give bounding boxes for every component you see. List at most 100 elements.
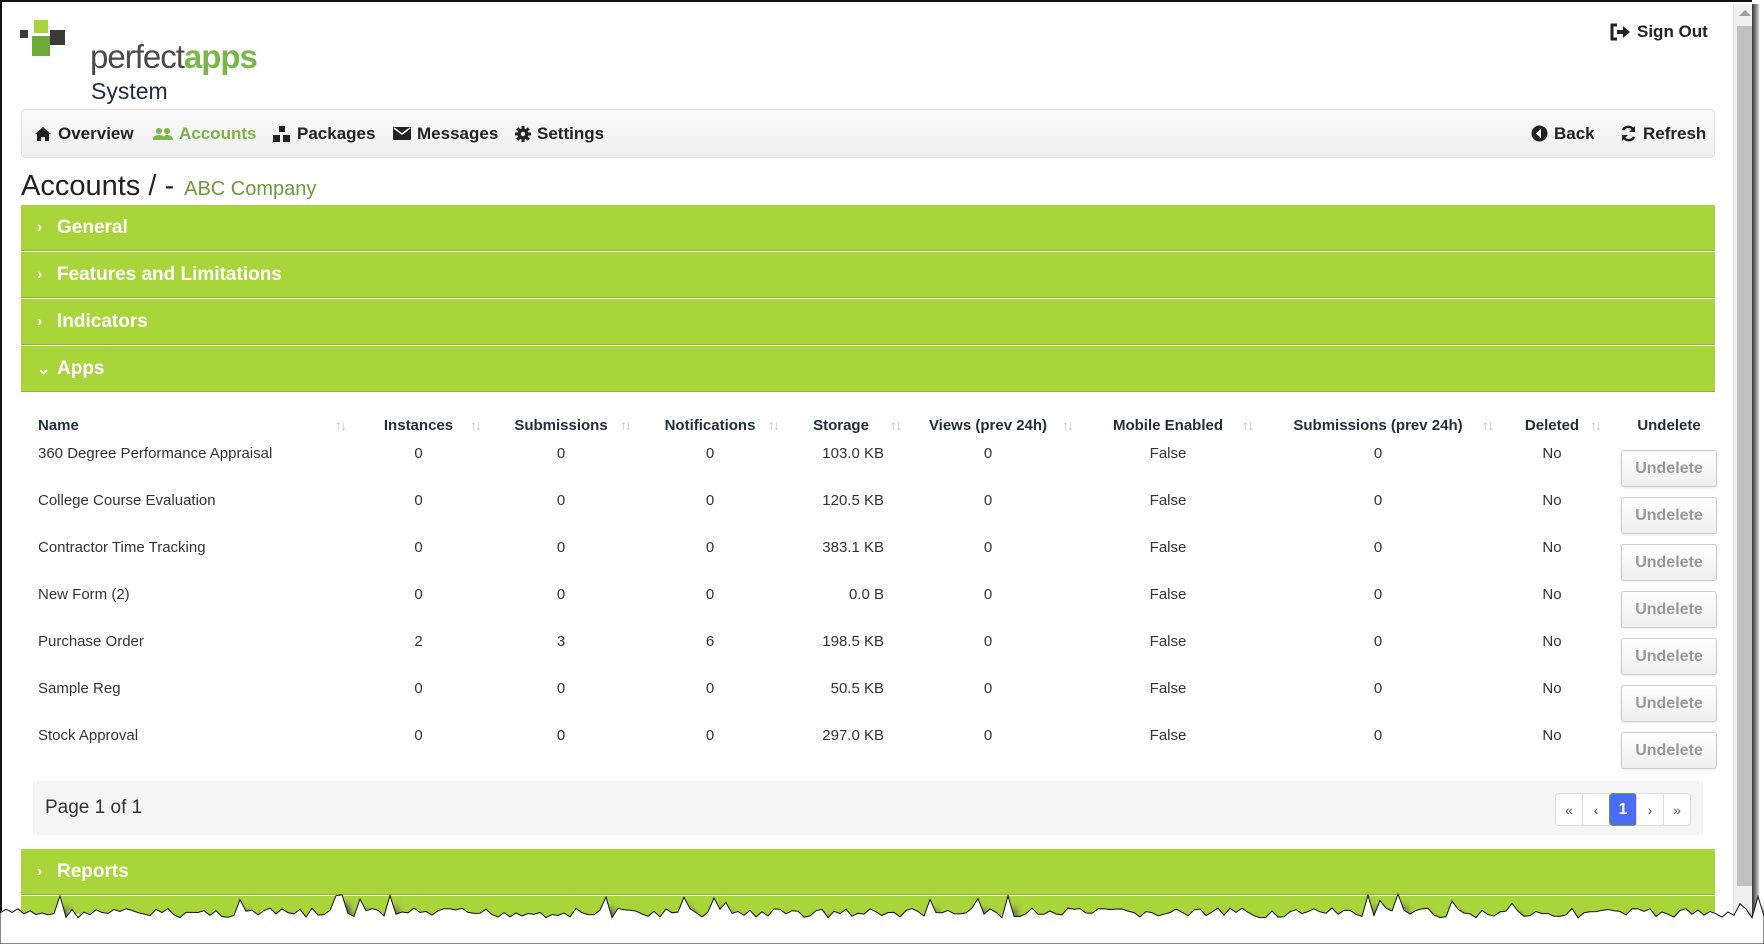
cell-storage: 120.5 KB bbox=[822, 492, 884, 509]
cell-deleted: No bbox=[1542, 492, 1562, 509]
col-deleted-label: Deleted bbox=[1524, 416, 1580, 434]
cell-name: Sample Reg bbox=[38, 680, 121, 697]
col-submissions-24h-label: Submissions (prev 24h) bbox=[1293, 416, 1463, 434]
home-icon bbox=[35, 126, 51, 141]
sort-icon[interactable]: ↑↓ bbox=[470, 417, 482, 433]
first-page-button[interactable]: « bbox=[1555, 793, 1583, 826]
sort-icon[interactable]: ↑↓ bbox=[1590, 417, 1602, 433]
sort-icon[interactable]: ↑↓ bbox=[1482, 417, 1494, 433]
col-mobile[interactable]: Mobile Enabled ↑↓ bbox=[1078, 408, 1258, 442]
undelete-button[interactable]: Undelete bbox=[1621, 732, 1717, 769]
page-1-button[interactable]: 1 bbox=[1609, 793, 1637, 826]
cell-notifications: 0 bbox=[705, 445, 715, 462]
back-label: Back bbox=[1554, 123, 1595, 143]
refresh-label: Refresh bbox=[1643, 123, 1707, 143]
cell-deleted: No bbox=[1542, 727, 1562, 744]
col-views[interactable]: Views (prev 24h) ↑↓ bbox=[898, 408, 1078, 442]
sort-icon[interactable]: ↑↓ bbox=[1242, 417, 1254, 433]
undelete-button[interactable]: Undelete bbox=[1621, 638, 1717, 675]
sign-out-button[interactable]: Sign Out bbox=[1609, 22, 1708, 42]
cell-instances: 0 bbox=[414, 445, 423, 462]
nav-messages[interactable]: Messages bbox=[393, 110, 498, 157]
cell-mobile: False bbox=[1149, 680, 1187, 697]
next-page-button[interactable]: › bbox=[1636, 793, 1664, 826]
cell-deleted: No bbox=[1542, 539, 1562, 556]
table-row: College Course Evaluation 0 0 0 120.5 KB 0 Fal… bbox=[21, 489, 1732, 536]
cell-views: 0 bbox=[983, 586, 993, 603]
col-instances[interactable]: Instances ↑↓ bbox=[351, 408, 486, 442]
cell-submissions: 0 bbox=[556, 680, 566, 697]
cell-undelete: Undelete bbox=[1606, 489, 1732, 536]
cell-mobile: False bbox=[1149, 492, 1187, 509]
cell-undelete: Undelete bbox=[1606, 677, 1732, 724]
nav-messages-label: Messages bbox=[417, 123, 499, 143]
col-notifications[interactable]: Notifications ↑↓ bbox=[636, 408, 784, 442]
cell-instances: 0 bbox=[414, 492, 423, 509]
undelete-button[interactable]: Undelete bbox=[1621, 450, 1717, 487]
cell-subs24: 0 bbox=[1373, 680, 1383, 697]
nav-overview[interactable]: Overview bbox=[34, 110, 134, 157]
cell-submissions: 3 bbox=[556, 633, 566, 650]
panel-reports[interactable]: › Reports bbox=[21, 849, 1715, 895]
perfectapps-logo: perfectapps System Admin bbox=[20, 20, 258, 131]
sort-icon[interactable]: ↑↓ bbox=[335, 417, 347, 433]
sort-icon[interactable]: ↑↓ bbox=[768, 417, 780, 433]
cubes-icon bbox=[273, 125, 290, 142]
panel-indicators[interactable]: › Indicators bbox=[21, 299, 1715, 345]
sort-icon[interactable]: ↑↓ bbox=[620, 417, 632, 433]
chevron-right-icon: › bbox=[37, 218, 43, 236]
col-name[interactable]: Name ↑↓ bbox=[21, 408, 351, 442]
undelete-button[interactable]: Undelete bbox=[1621, 544, 1717, 581]
company-link[interactable]: ABC Company bbox=[184, 178, 316, 200]
cell-notifications: 0 bbox=[705, 680, 715, 697]
cell-instances: 0 bbox=[414, 539, 423, 556]
cell-subs24: 0 bbox=[1373, 727, 1383, 744]
nav-settings[interactable]: Settings bbox=[515, 110, 604, 157]
undelete-button[interactable]: Undelete bbox=[1621, 497, 1717, 534]
undelete-button[interactable]: Undelete bbox=[1621, 685, 1717, 722]
window-shadow bbox=[1752, 4, 1760, 934]
page-title: Accounts / - ABC Company bbox=[21, 170, 316, 203]
undelete-button[interactable]: Undelete bbox=[1621, 591, 1717, 628]
torn-edge-decoration bbox=[0, 892, 1764, 944]
chevron-right-icon: › bbox=[37, 312, 43, 330]
refresh-button[interactable]: Refresh bbox=[1620, 110, 1706, 157]
scrollbar-thumb[interactable] bbox=[1737, 26, 1752, 886]
cell-notifications: 0 bbox=[705, 586, 715, 603]
col-mobile-label: Mobile Enabled bbox=[1112, 416, 1223, 434]
prev-page-button[interactable]: ‹ bbox=[1582, 793, 1610, 826]
col-submissions[interactable]: Submissions ↑↓ bbox=[486, 408, 636, 442]
scroll-up-arrow-icon[interactable] bbox=[1739, 10, 1751, 16]
panel-apps[interactable]: ⌄ Apps bbox=[21, 346, 1715, 392]
sort-icon[interactable]: ↑↓ bbox=[1062, 417, 1074, 433]
cell-storage: 0.0 B bbox=[848, 586, 884, 603]
cell-undelete: Undelete bbox=[1606, 724, 1732, 771]
gear-icon bbox=[515, 125, 531, 142]
nav-packages[interactable]: Packages bbox=[273, 110, 375, 157]
chevron-down-icon: ⌄ bbox=[37, 360, 51, 378]
cell-storage: 198.5 KB bbox=[822, 633, 884, 650]
nav-accounts[interactable]: Accounts bbox=[153, 110, 256, 157]
vertical-scrollbar[interactable] bbox=[1733, 4, 1752, 924]
col-submissions-24h[interactable]: Submissions (prev 24h) ↑↓ bbox=[1258, 408, 1498, 442]
table-row: Sample Reg 0 0 0 50.5 KB 0 False 0 No Undelete bbox=[21, 677, 1732, 724]
panel-features[interactable]: › Features and Limitations bbox=[21, 252, 1715, 298]
cell-mobile: False bbox=[1149, 727, 1187, 744]
cell-views: 0 bbox=[983, 492, 993, 509]
col-undelete-label: Undelete bbox=[1637, 416, 1701, 434]
panel-general[interactable]: › General bbox=[21, 205, 1715, 251]
panel-reports-label: Reports bbox=[57, 860, 129, 882]
col-storage[interactable]: Storage ↑↓ bbox=[784, 408, 902, 442]
col-deleted[interactable]: Deleted ↑↓ bbox=[1498, 408, 1606, 442]
last-page-button[interactable]: » bbox=[1663, 793, 1691, 826]
panel-apps-label: Apps bbox=[57, 357, 105, 379]
cell-notifications: 0 bbox=[705, 492, 715, 509]
cell-name: College Course Evaluation bbox=[38, 492, 216, 509]
cell-instances: 0 bbox=[414, 680, 423, 697]
cell-mobile: False bbox=[1149, 633, 1187, 650]
table-row: 360 Degree Performance Appraisal 0 0 0 103.0… bbox=[21, 442, 1732, 489]
back-button[interactable]: Back bbox=[1531, 110, 1595, 157]
panel-features-label: Features and Limitations bbox=[57, 263, 282, 285]
apps-table-body: 360 Degree Performance Appraisal 0 0 0 103.0… bbox=[21, 442, 1732, 771]
col-instances-label: Instances bbox=[383, 416, 454, 434]
